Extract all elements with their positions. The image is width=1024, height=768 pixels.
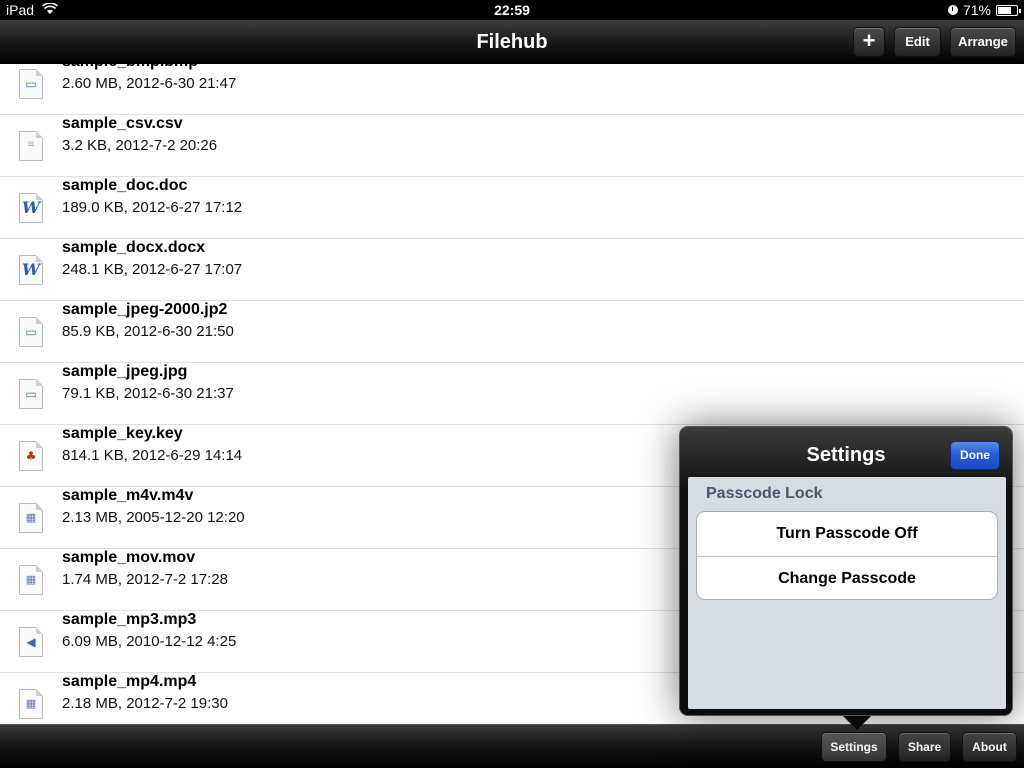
file-name: sample_m4v.m4v	[62, 487, 194, 504]
done-button[interactable]: Done	[950, 441, 1000, 470]
file-row[interactable]: ≡ sample_csv.csv 3.2 KB, 2012-7-2 20:26	[0, 115, 1024, 177]
file-row[interactable]: ▭ sample_jpeg.jpg 79.1 KB, 2012-6-30 21:37	[0, 363, 1024, 425]
image-file-icon: ▭	[19, 379, 43, 409]
file-name: sample_mov.mov	[62, 549, 196, 566]
file-name: sample_mp4.mp4	[62, 673, 197, 690]
file-name: sample_csv.csv	[62, 115, 183, 132]
wifi-icon	[41, 2, 59, 18]
passcode-options-group: Turn Passcode Off Change Passcode	[696, 511, 998, 600]
edit-button[interactable]: Edit	[894, 27, 941, 57]
video-file-icon: ▦	[19, 503, 43, 533]
settings-popover: Settings Done Passcode Lock Turn Passcod…	[679, 426, 1013, 716]
nav-bar: Filehub + Edit Arrange	[0, 20, 1024, 64]
video-file-icon: ▦	[19, 689, 43, 719]
file-meta: 2.60 MB, 2012-6-30 21:47	[62, 75, 237, 92]
file-meta: 3.2 KB, 2012-7-2 20:26	[62, 137, 218, 154]
file-name: sample_docx.docx	[62, 239, 206, 256]
file-meta: 2.18 MB, 2012-7-2 19:30	[62, 695, 228, 712]
file-row[interactable]: Wsample_doc.doc 189.0 KB, 2012-6-27 17:12	[0, 177, 1024, 239]
word-file-icon: W	[19, 193, 43, 223]
change-passcode-button[interactable]: Change Passcode	[697, 556, 997, 599]
file-row[interactable]: ▭ sample_jpeg-2000.jp2 85.9 KB, 2012-6-30 …	[0, 301, 1024, 363]
text-file-icon: ≡	[19, 131, 43, 161]
section-header-passcode-lock: Passcode Lock	[706, 485, 823, 502]
file-row[interactable]: Wsample_docx.docx 248.1 KB, 2012-6-27 17:…	[0, 239, 1024, 301]
add-button[interactable]: +	[853, 27, 885, 57]
file-row[interactable]: ▭ sample_bmp.bmp 2.60 MB, 2012-6-30 21:47	[0, 64, 1024, 115]
file-meta: 248.1 KB, 2012-6-27 17:07	[62, 261, 243, 278]
turn-passcode-off-button[interactable]: Turn Passcode Off	[697, 512, 997, 556]
file-meta: 1.74 MB, 2012-7-2 17:28	[62, 571, 228, 588]
popover-arrow	[841, 714, 873, 730]
popover-content: Passcode Lock Turn Passcode Off Change P…	[688, 477, 1006, 709]
share-button[interactable]: Share	[898, 732, 951, 762]
file-meta: 6.09 MB, 2010-12-12 4:25	[62, 633, 237, 650]
arrange-button[interactable]: Arrange	[950, 27, 1016, 57]
file-meta: 2.13 MB, 2005-12-20 12:20	[62, 509, 245, 526]
battery-percent: 71%	[962, 2, 991, 18]
orientation-lock-icon	[947, 5, 958, 15]
file-meta: 79.1 KB, 2012-6-30 21:37	[62, 385, 234, 402]
settings-button[interactable]: Settings	[821, 732, 887, 762]
audio-file-icon: ◀	[19, 627, 43, 657]
file-meta: 85.9 KB, 2012-6-30 21:50	[62, 323, 234, 340]
status-time: 22:59	[494, 2, 530, 18]
keynote-file-icon: ♣	[19, 441, 43, 471]
image-file-icon: ▭	[19, 69, 43, 99]
image-file-icon: ▭	[19, 317, 43, 347]
file-name: sample_jpeg.jpg	[62, 363, 188, 380]
file-name: sample_doc.doc	[62, 177, 188, 194]
file-name: sample_key.key	[62, 425, 183, 442]
file-meta: 814.1 KB, 2012-6-29 14:14	[62, 447, 243, 464]
about-button[interactable]: About	[962, 732, 1017, 762]
file-meta: 189.0 KB, 2012-6-27 17:12	[62, 199, 243, 216]
bottom-toolbar: Settings Share About	[0, 724, 1024, 768]
file-name: sample_jpeg-2000.jp2	[62, 301, 228, 318]
file-name: sample_bmp.bmp	[62, 64, 198, 71]
battery-icon	[996, 4, 1021, 16]
status-bar: iPad 22:59 71%	[0, 0, 1024, 20]
file-name: sample_mp3.mp3	[62, 611, 197, 628]
device-label: iPad	[6, 2, 35, 18]
video-file-icon: ▦	[19, 565, 43, 595]
word-file-icon: W	[19, 255, 43, 285]
